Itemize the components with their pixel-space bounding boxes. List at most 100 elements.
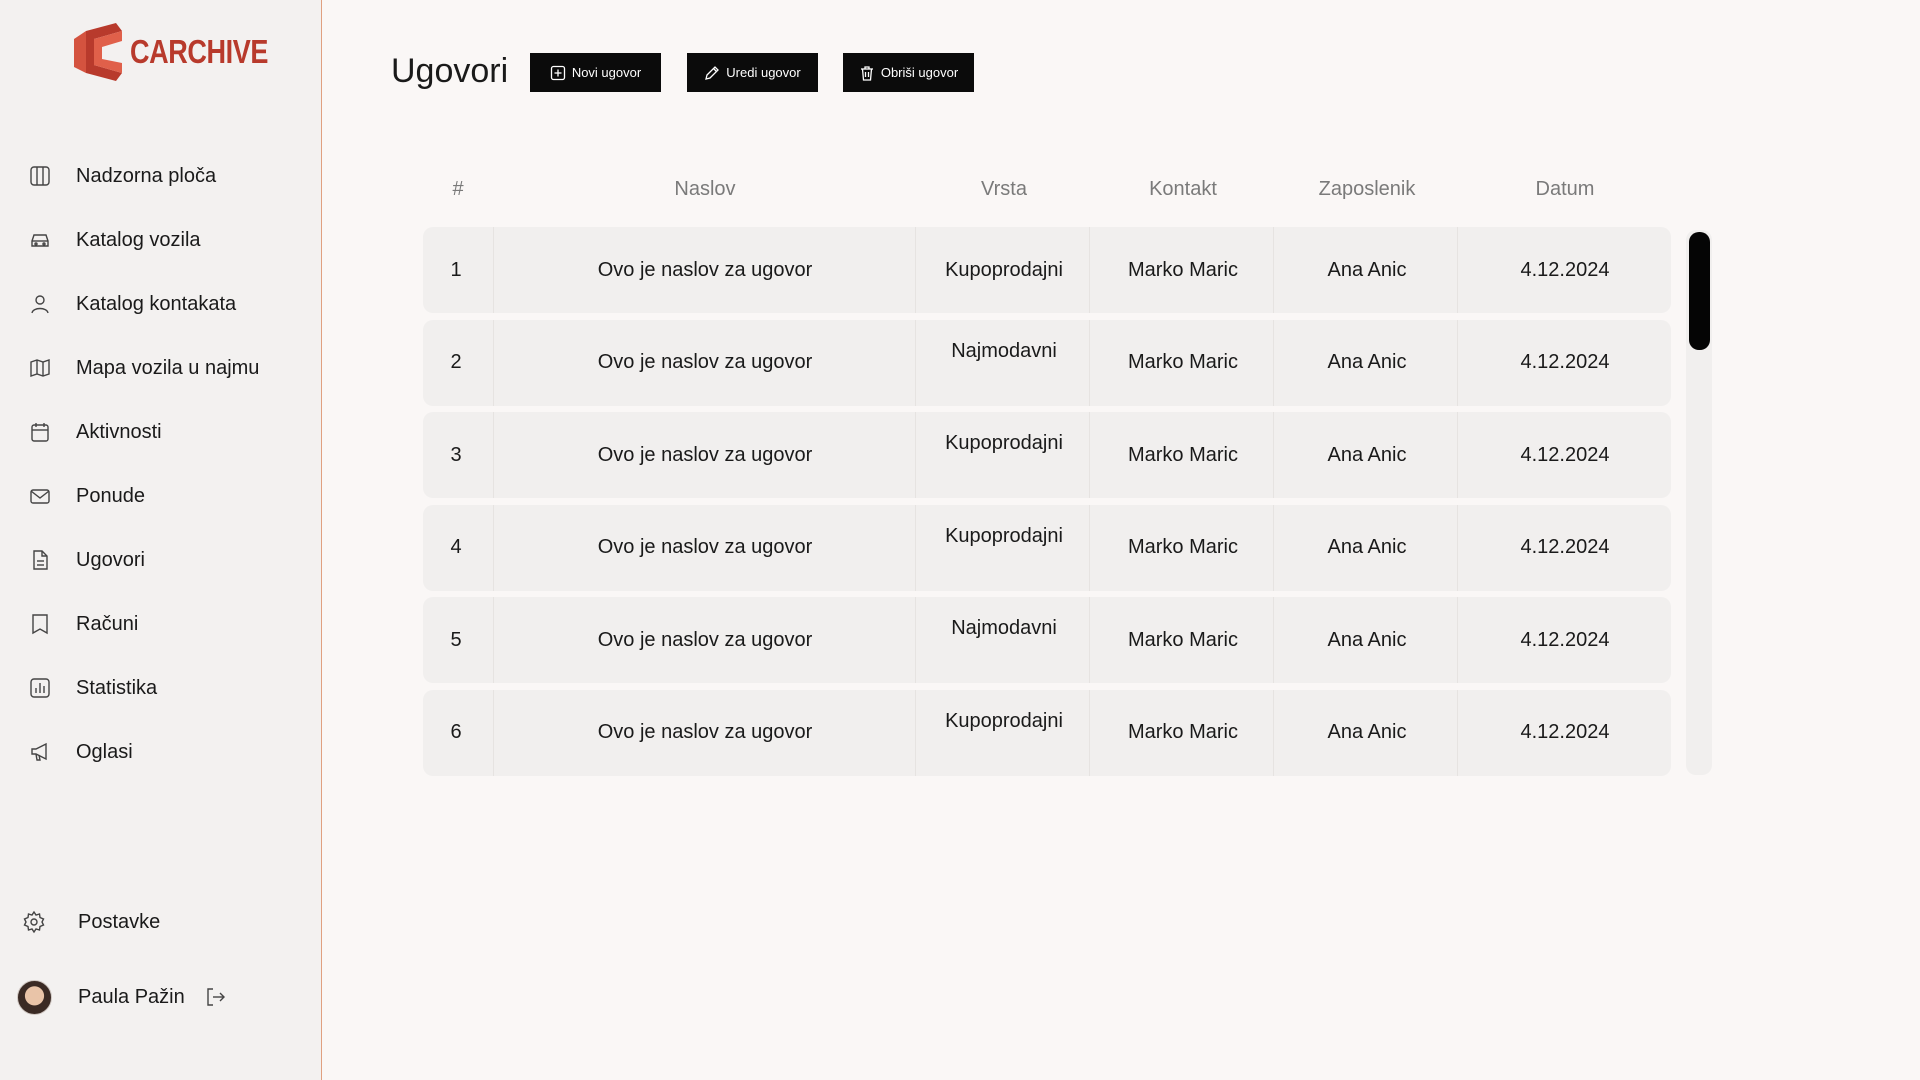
cell-date: 4.12.2024 (1520, 351, 1610, 373)
table-row[interactable]: 2 Ovo je naslov za ugovor Najmodavni Mar… (423, 319, 1671, 406)
sidebar-item-ugovori[interactable]: Ugovori (0, 528, 322, 592)
sidebar-item-label: Aktivnosti (76, 420, 162, 443)
pencil-icon (704, 65, 720, 81)
sidebar-item-aktivnosti[interactable]: Aktivnosti (0, 400, 322, 464)
megaphone-icon (28, 740, 52, 764)
cell-date: 4.12.2024 (1520, 721, 1610, 743)
cell-employee: Ana Anic (1327, 258, 1407, 281)
sidebar-item-ponude[interactable]: Ponude (0, 464, 322, 528)
column-header-zaposlenik[interactable]: Zaposlenik (1275, 178, 1459, 201)
column-header-vrsta[interactable]: Vrsta (917, 178, 1091, 201)
plus-square-icon (550, 65, 566, 81)
dashboard-icon (28, 164, 52, 188)
sidebar-item-postavke[interactable]: Postavke (0, 890, 322, 954)
cell-contact: Marko Maric (1127, 351, 1238, 373)
cell-title: Ovo je naslov za ugovor (597, 536, 813, 558)
cell-employee: Ana Anic (1327, 443, 1407, 466)
cell-type: Najmodavni (951, 339, 1057, 362)
table-row[interactable]: 4 Ovo je naslov za ugovor Kupoprodajni M… (423, 504, 1671, 591)
cell-number: 6 (450, 721, 462, 743)
column-header-kontakt[interactable]: Kontakt (1091, 178, 1275, 201)
table-row[interactable]: 5 Ovo je naslov za ugovor Najmodavni Mar… (423, 597, 1671, 683)
sidebar-item-label: Mapa vozila u najmu (76, 356, 260, 379)
sidebar-item-nadzorna-ploca[interactable]: Nadzorna ploča (0, 144, 322, 208)
cell-type: Kupoprodajni (945, 432, 1063, 454)
cell-employee: Ana Anic (1327, 628, 1407, 651)
cell-type: Najmodavni (951, 617, 1057, 639)
logo[interactable]: CARCHIVE (72, 20, 298, 84)
cell-contact: Marko Maric (1127, 443, 1238, 466)
cell-contact: Marko Maric (1127, 536, 1238, 558)
sidebar-item-label: Nadzorna ploča (76, 164, 217, 187)
sidebar-item-label: Oglasi (76, 740, 133, 763)
cell-number: 5 (450, 628, 462, 651)
document-icon (28, 548, 52, 572)
cell-type: Kupoprodajni (945, 258, 1063, 281)
edit-contract-label: Uredi ugovor (726, 65, 801, 80)
scrollbar-thumb[interactable] (1689, 232, 1710, 350)
logo-icon (74, 23, 122, 81)
logout-icon[interactable] (203, 985, 227, 1009)
delete-contract-label: Obriši ugovor (880, 65, 959, 80)
user-name: Paula Pažin (78, 985, 185, 1008)
map-icon (28, 356, 52, 380)
table-row[interactable]: 1 Ovo je naslov za ugovor Kupoprodajni M… (423, 227, 1671, 313)
cell-title: Ovo je naslov za ugovor (597, 351, 813, 373)
cell-date: 4.12.2024 (1520, 443, 1610, 466)
receipt-icon (28, 612, 52, 636)
cell-number: 3 (450, 443, 462, 466)
table-row[interactable]: 6 Ovo je naslov za ugovor Kupoprodajni M… (423, 689, 1671, 776)
edit-contract-button[interactable]: Uredi ugovor (687, 53, 818, 92)
cell-employee: Ana Anic (1327, 351, 1407, 373)
sidebar-item-label: Katalog kontakata (76, 292, 237, 315)
table-body: 1 Ovo je naslov za ugovor Kupoprodajni M… (423, 227, 1671, 782)
column-header-naslov[interactable]: Naslov (493, 178, 917, 201)
new-contract-button[interactable]: Novi ugovor (530, 53, 661, 92)
cell-type: Kupoprodajni (945, 524, 1063, 547)
delete-contract-button[interactable]: Obriši ugovor (843, 53, 974, 92)
cell-date: 4.12.2024 (1520, 536, 1610, 558)
sidebar-item-label: Ugovori (76, 548, 145, 571)
table-row[interactable]: 3 Ovo je naslov za ugovor Kupoprodajni M… (423, 412, 1671, 498)
avatar[interactable] (17, 979, 52, 1015)
settings-label: Postavke (78, 910, 161, 933)
sidebar-item-statistika[interactable]: Statistika (0, 656, 322, 720)
sidebar-item-label: Ponude (76, 484, 145, 507)
page-title: Ugovori (391, 52, 509, 90)
sidebar: CARCHIVE Nadzorna ploča Katalog vozila K… (0, 0, 322, 1080)
cell-date: 4.12.2024 (1520, 628, 1610, 651)
car-icon (28, 228, 52, 252)
cell-date: 4.12.2024 (1520, 258, 1610, 281)
sidebar-bottom: Postavke Paula Pažin (0, 890, 322, 1032)
table-header: # Naslov Vrsta Kontakt Zaposlenik Datum (423, 178, 1671, 210)
sidebar-item-katalog-vozila[interactable]: Katalog vozila (0, 208, 322, 272)
trash-icon (859, 65, 875, 81)
cell-type: Kupoprodajni (945, 709, 1063, 732)
cell-number: 2 (450, 351, 462, 373)
sidebar-item-racuni[interactable]: Računi (0, 592, 322, 656)
brand-name: CARCHIVE (130, 33, 269, 70)
cell-employee: Ana Anic (1327, 536, 1407, 558)
cell-contact: Marko Maric (1127, 721, 1238, 743)
chart-icon (28, 676, 52, 700)
sidebar-item-oglasi[interactable]: Oglasi (0, 720, 322, 784)
calendar-icon (28, 420, 52, 444)
sidebar-item-mapa-vozila[interactable]: Mapa vozila u najmu (0, 336, 322, 400)
user-profile: Paula Pažin (0, 962, 322, 1032)
sidebar-item-label: Statistika (76, 676, 158, 699)
column-header-datum[interactable]: Datum (1459, 178, 1671, 201)
cell-employee: Ana Anic (1327, 721, 1407, 743)
cell-contact: Marko Maric (1127, 258, 1238, 281)
cell-title: Ovo je naslov za ugovor (597, 443, 813, 466)
sidebar-item-label: Katalog vozila (76, 228, 201, 251)
cell-title: Ovo je naslov za ugovor (597, 721, 813, 743)
sidebar-item-katalog-kontakata[interactable]: Katalog kontakata (0, 272, 322, 336)
mail-icon (28, 484, 52, 508)
cell-number: 4 (450, 536, 462, 558)
cell-number: 1 (450, 258, 462, 281)
user-icon (28, 292, 52, 316)
cell-title: Ovo je naslov za ugovor (597, 258, 813, 281)
sidebar-item-label: Računi (76, 612, 139, 635)
gear-icon (22, 910, 46, 934)
column-header-number[interactable]: # (423, 178, 493, 201)
